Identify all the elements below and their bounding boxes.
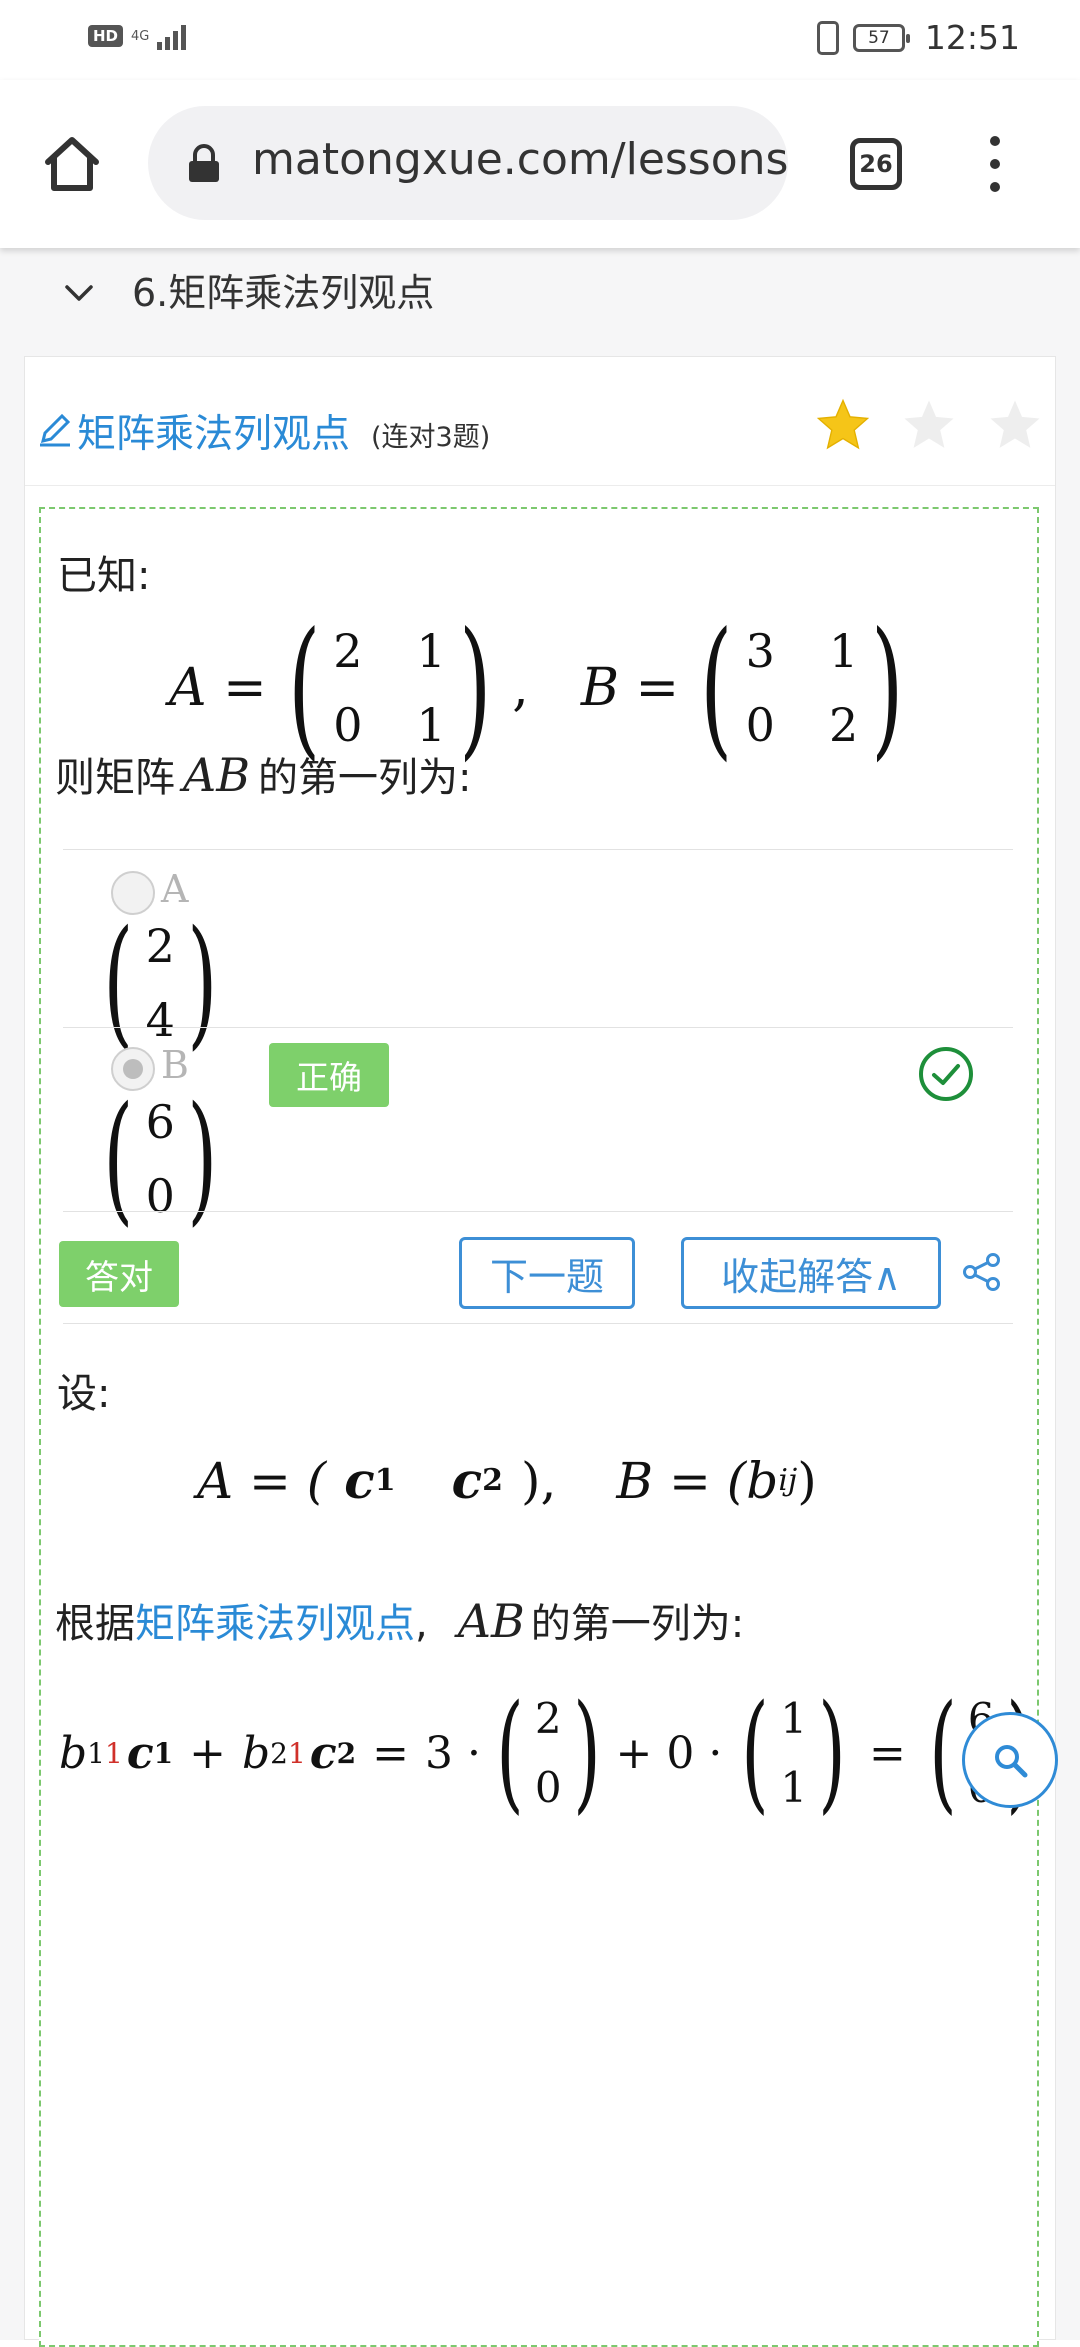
search-icon xyxy=(995,1745,1028,1778)
matrix-a: ( 21 01 ) xyxy=(287,601,492,775)
status-right: 57 12:51 xyxy=(816,18,1020,57)
address-bar[interactable]: matongxue.com/lessons xyxy=(148,106,788,220)
signal-icon xyxy=(157,22,187,50)
answered-badge: 答对 xyxy=(59,1241,179,1307)
tab-count: 26 xyxy=(859,150,893,178)
concept-link[interactable]: 矩阵乘法列观点 xyxy=(135,1591,415,1649)
solution-eq2: b 11 c1 + b 21 c2 = 3 · ( 20 ) + 0 · ( 11 … xyxy=(59,1678,1033,1827)
matrix-b: ( 31 02 ) xyxy=(700,601,904,775)
chevron-down-icon[interactable] xyxy=(62,276,96,310)
page-content: 6.矩阵乘法列观点 矩阵乘法列观点 (连对3题) 已知: A = (2 1 0… xyxy=(0,248,1080,2347)
question-intro: 已知: xyxy=(57,553,151,599)
network-type: 4G xyxy=(131,28,150,44)
lesson-section-header[interactable]: 6.矩阵乘法列观点 xyxy=(0,248,1080,348)
comma: , xyxy=(512,658,529,718)
option-a-letter: A xyxy=(161,867,189,911)
streak-label: (连对3题) xyxy=(371,422,491,453)
pencil-icon xyxy=(40,413,71,447)
lesson-title: 6.矩阵乘法列观点 xyxy=(132,271,435,315)
lock-icon xyxy=(189,144,219,182)
tab-switcher-button[interactable]: 26 xyxy=(850,138,902,190)
star-rating xyxy=(815,397,1043,453)
option-b-letter: B xyxy=(161,1043,189,1087)
option-b-vector: ( 60 ) xyxy=(103,1077,218,1240)
browser-toolbar: matongxue.com/lessons 26 xyxy=(0,80,1080,248)
divider xyxy=(63,849,1013,850)
status-left: HD 4G xyxy=(88,22,187,50)
status-bar: HD 4G 57 12:51 xyxy=(0,0,1080,80)
question-box: 已知: A = ( 21 01 ) , B = ( 31 0 2) 则矩阵 A… xyxy=(39,507,1039,2347)
check-circle-icon xyxy=(919,1047,973,1101)
option-a-vector: ( 24 ) xyxy=(103,901,218,1064)
matrix-a-label: A = xyxy=(169,658,267,718)
hd-badge: HD xyxy=(88,25,124,47)
home-icon[interactable] xyxy=(40,132,104,196)
star-filled-icon xyxy=(816,398,870,450)
share-icon[interactable] xyxy=(961,1251,1003,1293)
url-text[interactable]: matongxue.com/lessons xyxy=(252,134,788,185)
divider xyxy=(63,1211,1013,1212)
more-menu-icon[interactable] xyxy=(980,132,1010,196)
solution-intro: 设: xyxy=(57,1371,111,1417)
battery-level: 57 xyxy=(868,27,890,48)
star-empty-icon xyxy=(904,400,954,448)
matrix-b-label: B = xyxy=(580,658,680,718)
question-prompt: 则矩阵 AB 的第一列为: xyxy=(55,748,472,802)
card-title[interactable]: 矩阵乘法列观点 xyxy=(77,403,350,459)
next-question-button[interactable]: 下一题 xyxy=(459,1237,635,1309)
search-button[interactable] xyxy=(962,1712,1058,1808)
solution-eq1: A = ( c1 c2 ), B = (b ij ) xyxy=(197,1451,817,1510)
vibrate-icon xyxy=(816,20,839,55)
card-header: 矩阵乘法列观点 (连对3题) xyxy=(25,357,1055,486)
divider xyxy=(63,1323,1013,1324)
correct-badge: 正确 xyxy=(269,1043,389,1107)
clock: 12:51 xyxy=(924,18,1020,57)
given-matrices: A = ( 21 01 ) , B = ( 31 02) xyxy=(169,613,925,763)
exercise-card: 矩阵乘法列观点 (连对3题) 已知: A = ( 21 01 ) , B = (… xyxy=(24,356,1056,2347)
battery-icon: 57 xyxy=(852,23,910,52)
collapse-solution-button[interactable]: 收起解答∧ xyxy=(681,1237,941,1309)
solution-line2: 根据 矩阵乘法列观点 , AB 的第一列为: xyxy=(55,1591,744,1649)
star-empty-icon xyxy=(990,400,1040,448)
divider xyxy=(63,1027,1013,1028)
